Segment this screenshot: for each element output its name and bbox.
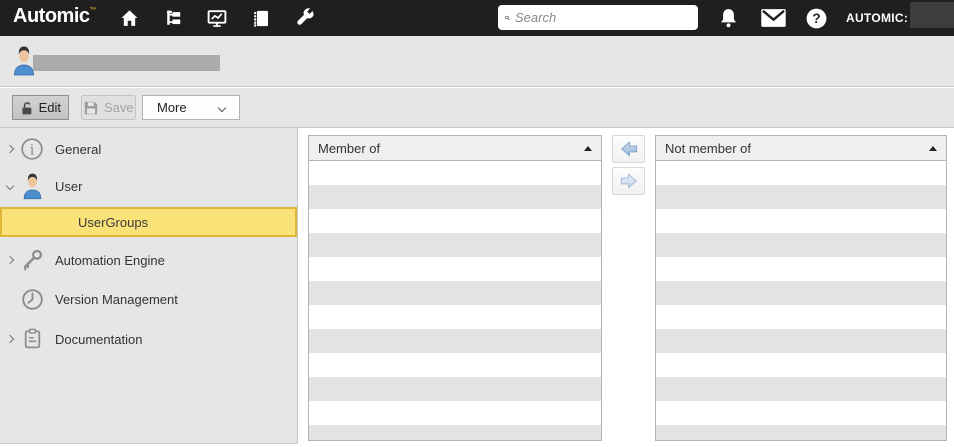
sidebar-item-general[interactable]: i General [0, 136, 297, 162]
catalog-icon[interactable] [250, 7, 272, 29]
account-menu[interactable]: AUTOMIC: [846, 0, 954, 36]
object-tabs-sidebar: i General User UserGroups Automation Eng… [0, 128, 298, 444]
arrow-left-icon [620, 141, 637, 157]
list-row [309, 185, 601, 209]
edit-button[interactable]: Edit [12, 95, 69, 120]
list-row [656, 233, 946, 257]
list-row [309, 401, 601, 425]
svg-text:?: ? [812, 11, 820, 26]
list-row [656, 329, 946, 353]
account-name-redacted [910, 2, 954, 28]
sidebar-item-label: General [55, 141, 102, 157]
sidebar-item-usergroups[interactable]: UserGroups [0, 207, 297, 237]
list-row [309, 233, 601, 257]
usergroups-editor: Member of Not member of [298, 128, 954, 447]
help-icon[interactable]: ? [804, 6, 828, 30]
list-row [309, 425, 601, 440]
list-row [656, 425, 946, 440]
search-icon [505, 15, 510, 20]
not-member-of-panel: Not member of [655, 135, 947, 441]
account-label: AUTOMIC: [846, 11, 909, 25]
edit-button-label: Edit [38, 100, 61, 115]
move-to-not-member-button[interactable] [612, 167, 645, 195]
list-row [656, 353, 946, 377]
list-row [309, 305, 601, 329]
automic-logo: Automic™ [13, 5, 97, 27]
list-row [656, 281, 946, 305]
save-button-label: Save [104, 100, 134, 115]
member-of-panel: Member of [308, 135, 602, 441]
administration-wrench-icon[interactable] [294, 7, 316, 29]
list-row [656, 401, 946, 425]
home-icon[interactable] [118, 7, 140, 29]
list-row [309, 281, 601, 305]
object-title-redacted [33, 55, 220, 71]
list-row [656, 377, 946, 401]
chevron-right-icon [5, 334, 15, 344]
notifications-bell-icon[interactable] [715, 6, 741, 30]
sidebar-item-automation-engine[interactable]: Automation Engine [0, 246, 297, 274]
list-row [656, 305, 946, 329]
move-to-member-button[interactable] [612, 135, 645, 163]
sidebar-item-label: UserGroups [78, 214, 149, 230]
clock-icon [19, 284, 45, 314]
arrow-right-icon [620, 173, 637, 189]
list-row [309, 329, 601, 353]
list-row [309, 377, 601, 401]
svg-text:i: i [30, 142, 35, 158]
sort-ascending-icon [929, 145, 937, 151]
sidebar-item-version-management[interactable]: Version Management [0, 285, 297, 313]
list-row [309, 161, 601, 185]
sidebar-item-label: Version Management [55, 291, 178, 307]
member-of-list [309, 161, 601, 440]
object-header [0, 36, 954, 87]
more-chevron-icon [217, 103, 227, 112]
more-button-label: More [157, 100, 187, 115]
topbar: Automic™ Search ? AUTOMIC: [0, 0, 954, 36]
key-icon [19, 245, 45, 275]
not-member-of-column-header[interactable]: Not member of [656, 136, 946, 161]
list-row [656, 209, 946, 233]
messages-mail-icon[interactable] [759, 7, 787, 29]
list-row [656, 161, 946, 185]
sidebar-item-label: Documentation [55, 331, 143, 347]
save-button[interactable]: Save [81, 95, 136, 120]
sidebar-item-label: Automation Engine [55, 252, 165, 268]
more-button[interactable]: More [142, 95, 240, 120]
search-box[interactable] [498, 5, 698, 30]
not-member-of-list [656, 161, 946, 440]
sidebar-item-label: User [55, 178, 83, 194]
not-member-of-title: Not member of [665, 140, 751, 156]
sidebar-item-user[interactable]: User [0, 170, 297, 202]
chevron-right-icon [5, 255, 15, 265]
sidebar-item-documentation[interactable]: Documentation [0, 325, 297, 353]
process-assembly-icon[interactable] [162, 7, 184, 29]
list-row [309, 353, 601, 377]
info-icon: i [19, 134, 45, 164]
search-input[interactable] [515, 10, 691, 25]
lock-open-icon [22, 101, 32, 114]
toolbar: Edit Save More [0, 88, 954, 128]
sort-ascending-icon [584, 145, 592, 151]
member-of-title: Member of [318, 140, 381, 156]
clipboard-icon [19, 324, 45, 354]
list-row [309, 257, 601, 281]
save-floppy-icon [84, 101, 98, 114]
topbar-nav [118, 0, 316, 36]
list-row [656, 257, 946, 281]
chevron-right-icon [5, 144, 15, 154]
list-row [309, 209, 601, 233]
chevron-down-icon [5, 181, 15, 191]
trademark-mark: ™ [89, 7, 97, 14]
process-monitoring-icon[interactable] [206, 7, 228, 29]
transfer-buttons [612, 135, 645, 195]
user-avatar-icon [19, 171, 45, 201]
list-row [656, 185, 946, 209]
member-of-column-header[interactable]: Member of [309, 136, 601, 161]
